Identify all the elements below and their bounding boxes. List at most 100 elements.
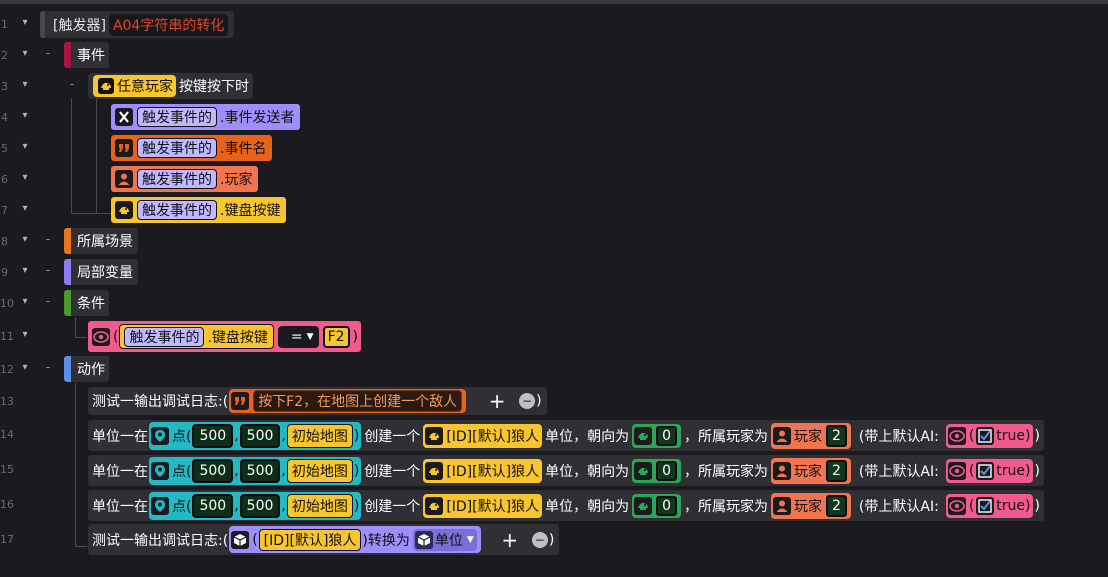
expand-toggle[interactable]: ▾ <box>19 234 31 245</box>
player-pill[interactable]: 玩家 2 <box>771 492 851 519</box>
trigger-event-obj[interactable]: 触发事件的 <box>124 326 205 347</box>
spawn-unit-action[interactable]: 单位一在 点( 500 , 500 , 初始地图 ) 创建一个 [ID][默认]… <box>88 420 1044 451</box>
unit-type-pill[interactable]: [ID][默认]狼人 <box>423 423 543 448</box>
player-label: 玩家 <box>794 428 822 445</box>
spawn-unit-action[interactable]: 单位一在 点( 500 , 500 , 初始地图 ) 创建一个 [ID][默认]… <box>88 455 1044 486</box>
type-select[interactable]: 单位 ▼ <box>412 528 477 551</box>
collapse-toggle[interactable]: – <box>42 296 54 307</box>
map-pill[interactable]: 初始地图 <box>286 493 353 518</box>
event-text: 按键按下时 <box>179 79 249 95</box>
point-x[interactable]: 500 <box>192 423 234 448</box>
vars-section[interactable]: 局部变量 <box>64 259 138 285</box>
event-block[interactable]: 任意玩家 按键按下时 <box>88 73 253 99</box>
tree-line <box>75 317 76 337</box>
minus-icon: − <box>534 532 545 547</box>
convert-expr[interactable]: ( [ID][默认]狼人 )转换为 单位 ▼ <box>229 526 481 553</box>
trigger-event-obj[interactable]: 触发事件的 <box>137 107 217 127</box>
unit-type-pill[interactable]: [ID][默认]狼人 <box>258 528 362 551</box>
tree-line <box>75 337 87 338</box>
person-icon <box>773 461 791 480</box>
spawn-unit-action[interactable]: 单位一在 点( 500 , 500 , 初始地图 ) 创建一个 [ID][默认]… <box>88 490 1044 521</box>
trigger-header[interactable]: [触发器] A04字符串的转化 <box>40 11 235 38</box>
remove-button[interactable]: − <box>531 531 548 548</box>
expand-toggle[interactable]: ▾ <box>19 79 31 90</box>
debug-log-action[interactable]: 测试一输出调试日志:( 按下F2，在地图上创建一个敌人 + − ) <box>88 387 547 415</box>
collapse-toggle[interactable]: – <box>42 48 54 59</box>
expand-toggle[interactable]: ▾ <box>19 17 31 28</box>
trigger-name[interactable]: A04字符串的转化 <box>108 13 229 36</box>
player-pill[interactable]: 玩家 2 <box>771 457 851 484</box>
collapse-toggle[interactable]: – <box>42 234 54 245</box>
string-literal[interactable]: 按下F2，在地图上创建一个敌人 <box>229 389 467 413</box>
player-label: 玩家 <box>794 463 822 480</box>
checkbox-checked-icon[interactable] <box>976 496 995 515</box>
angle-pill[interactable]: 0 <box>632 423 681 448</box>
person-icon <box>115 170 133 188</box>
angle-value[interactable]: 0 <box>656 460 677 481</box>
bool-pill[interactable]: ( true ) <box>945 423 1034 448</box>
point-y[interactable]: 500 <box>239 423 281 448</box>
point-expr[interactable]: 点( 500 , 500 , 初始地图 ) <box>149 491 362 520</box>
map-pill[interactable]: 初始地图 <box>286 458 353 483</box>
unit-type-pill[interactable]: [ID][默认]狼人 <box>423 458 543 483</box>
player-id[interactable]: 2 <box>826 494 847 517</box>
angle-pill[interactable]: 0 <box>632 493 681 518</box>
bool-pill[interactable]: ( true ) <box>945 493 1034 518</box>
unit-type-pill[interactable]: [ID][默认]狼人 <box>423 493 543 518</box>
expand-toggle[interactable]: ▾ <box>19 48 31 59</box>
event-param-sender[interactable]: 触发事件的 .事件发送者 <box>111 104 301 130</box>
condition-section[interactable]: 条件 <box>64 290 109 316</box>
expand-toggle[interactable]: ▾ <box>19 329 31 340</box>
player-pill[interactable]: 玩家 2 <box>771 422 851 449</box>
debug-log-action[interactable]: 测试一输出调试日志:( ( [ID][默认]狼人 )转换为 单位 ▼ + − ) <box>88 524 560 555</box>
angle-pill[interactable]: 0 <box>632 458 681 483</box>
collapse-toggle[interactable]: – <box>42 362 54 373</box>
event-param-player[interactable]: 触发事件的 .玩家 <box>111 166 259 192</box>
event-param-key[interactable]: 触发事件的 .键盘按键 <box>111 197 287 223</box>
point-expr[interactable]: 点( 500 , 500 , 初始地图 ) <box>149 456 362 485</box>
bool-pill[interactable]: ( true ) <box>945 458 1034 483</box>
player-id[interactable]: 2 <box>826 459 847 482</box>
remove-button[interactable]: − <box>519 393 536 409</box>
action-section[interactable]: 动作 <box>64 356 109 382</box>
checkbox-checked-icon[interactable] <box>976 426 995 445</box>
condition-rhs-key[interactable]: F2 <box>322 325 350 348</box>
event-section[interactable]: 事件 <box>64 42 109 68</box>
point-x[interactable]: 500 <box>192 493 234 518</box>
event-param-name[interactable]: 触发事件的 .事件名 <box>111 135 273 161</box>
condition-block[interactable]: ( 触发事件的 .键盘按键 = ▼ F2 ) <box>88 321 362 352</box>
point-y[interactable]: 500 <box>239 458 281 483</box>
trigger-event-obj[interactable]: 触发事件的 <box>137 200 217 220</box>
person-icon <box>773 496 791 515</box>
expand-toggle[interactable]: ▾ <box>19 141 31 152</box>
condition-lhs[interactable]: 触发事件的 .键盘按键 <box>119 324 274 349</box>
expand-toggle[interactable]: ▾ <box>19 203 31 214</box>
point-y[interactable]: 500 <box>239 493 281 518</box>
expand-toggle[interactable]: ▾ <box>19 110 31 121</box>
string-value[interactable]: 按下F2，在地图上创建一个敌人 <box>253 390 463 412</box>
map-pill[interactable]: 初始地图 <box>286 423 353 448</box>
event-param-prop: .事件发送者 <box>220 110 295 126</box>
angle-value[interactable]: 0 <box>656 495 677 516</box>
operator-select[interactable]: = ▼ <box>277 325 319 348</box>
chevron-down-icon: ▼ <box>306 331 314 342</box>
player-id[interactable]: 2 <box>826 424 847 447</box>
collapse-toggle[interactable]: – <box>42 265 54 276</box>
scene-section[interactable]: 所属场景 <box>64 228 138 254</box>
checkbox-checked-icon[interactable] <box>976 461 995 480</box>
trigger-event-obj[interactable]: 触发事件的 <box>137 169 217 189</box>
expand-toggle[interactable]: ▾ <box>19 362 31 373</box>
creature-icon <box>98 78 114 94</box>
expand-toggle[interactable]: ▾ <box>19 265 31 276</box>
point-expr[interactable]: 点( 500 , 500 , 初始地图 ) <box>149 421 362 450</box>
angle-value[interactable]: 0 <box>656 425 677 446</box>
add-button[interactable]: + <box>487 391 507 411</box>
expand-toggle[interactable]: ▾ <box>19 172 31 183</box>
expand-toggle[interactable]: ▾ <box>19 296 31 307</box>
add-button[interactable]: + <box>500 530 520 550</box>
collapse-toggle[interactable]: – <box>66 79 78 90</box>
event-param-prop: .事件名 <box>220 141 267 157</box>
trigger-event-obj[interactable]: 触发事件的 <box>137 138 217 158</box>
point-x[interactable]: 500 <box>192 458 234 483</box>
any-player-pill[interactable]: 任意玩家 <box>93 75 176 97</box>
